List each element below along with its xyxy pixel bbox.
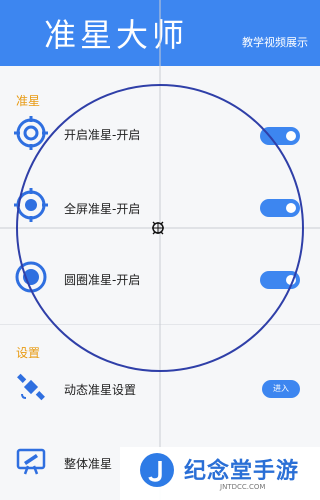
crosshair-ring-icon bbox=[14, 116, 48, 150]
row-label-circle-crosshair: 圆圈准星-开启 bbox=[64, 273, 141, 287]
watermark-text: 纪念堂手游 bbox=[184, 459, 300, 484]
watermark-logo bbox=[140, 453, 174, 487]
toggle-knob bbox=[286, 203, 296, 213]
toggle-knob bbox=[286, 275, 296, 285]
telescope-icon bbox=[16, 448, 46, 475]
watermark-subtext: JNTDCC.COM bbox=[220, 483, 266, 491]
row-label-open-crosshair: 开启准星-开启 bbox=[64, 128, 141, 142]
toggle-circle-crosshair[interactable] bbox=[260, 271, 300, 289]
enter-button[interactable]: 进入 bbox=[262, 380, 300, 398]
satellite-icon bbox=[17, 373, 45, 401]
circle-dot-icon bbox=[15, 261, 47, 293]
section-divider bbox=[0, 324, 320, 325]
row-label-fullscreen-crosshair: 全屏准星-开启 bbox=[64, 202, 141, 216]
app-header: 准星大师 教学视频展示 bbox=[0, 0, 320, 66]
tutorial-video-link[interactable]: 教学视频展示 bbox=[242, 34, 308, 50]
row-label-dynamic-crosshair-settings: 动态准星设置 bbox=[64, 383, 137, 397]
toggle-open-crosshair[interactable] bbox=[260, 127, 300, 145]
app-title: 准星大师 bbox=[44, 16, 189, 54]
settings-content: 准星 开启准星-开启 全屏准星-开启 圆圈准星-开启 设置 动态准星设置 进入 bbox=[0, 66, 320, 500]
toggle-knob bbox=[286, 131, 296, 141]
row-label-overall-crosshair: 整体准星 bbox=[64, 457, 113, 471]
j-logo-icon bbox=[148, 461, 162, 482]
toggle-fullscreen-crosshair[interactable] bbox=[260, 199, 300, 217]
section-title-settings: 设置 bbox=[16, 346, 41, 360]
crosshair-filled-icon bbox=[14, 188, 48, 222]
section-title-crosshair: 准星 bbox=[16, 94, 41, 108]
watermark: 纪念堂手游 JNTDCC.COM bbox=[120, 447, 320, 500]
